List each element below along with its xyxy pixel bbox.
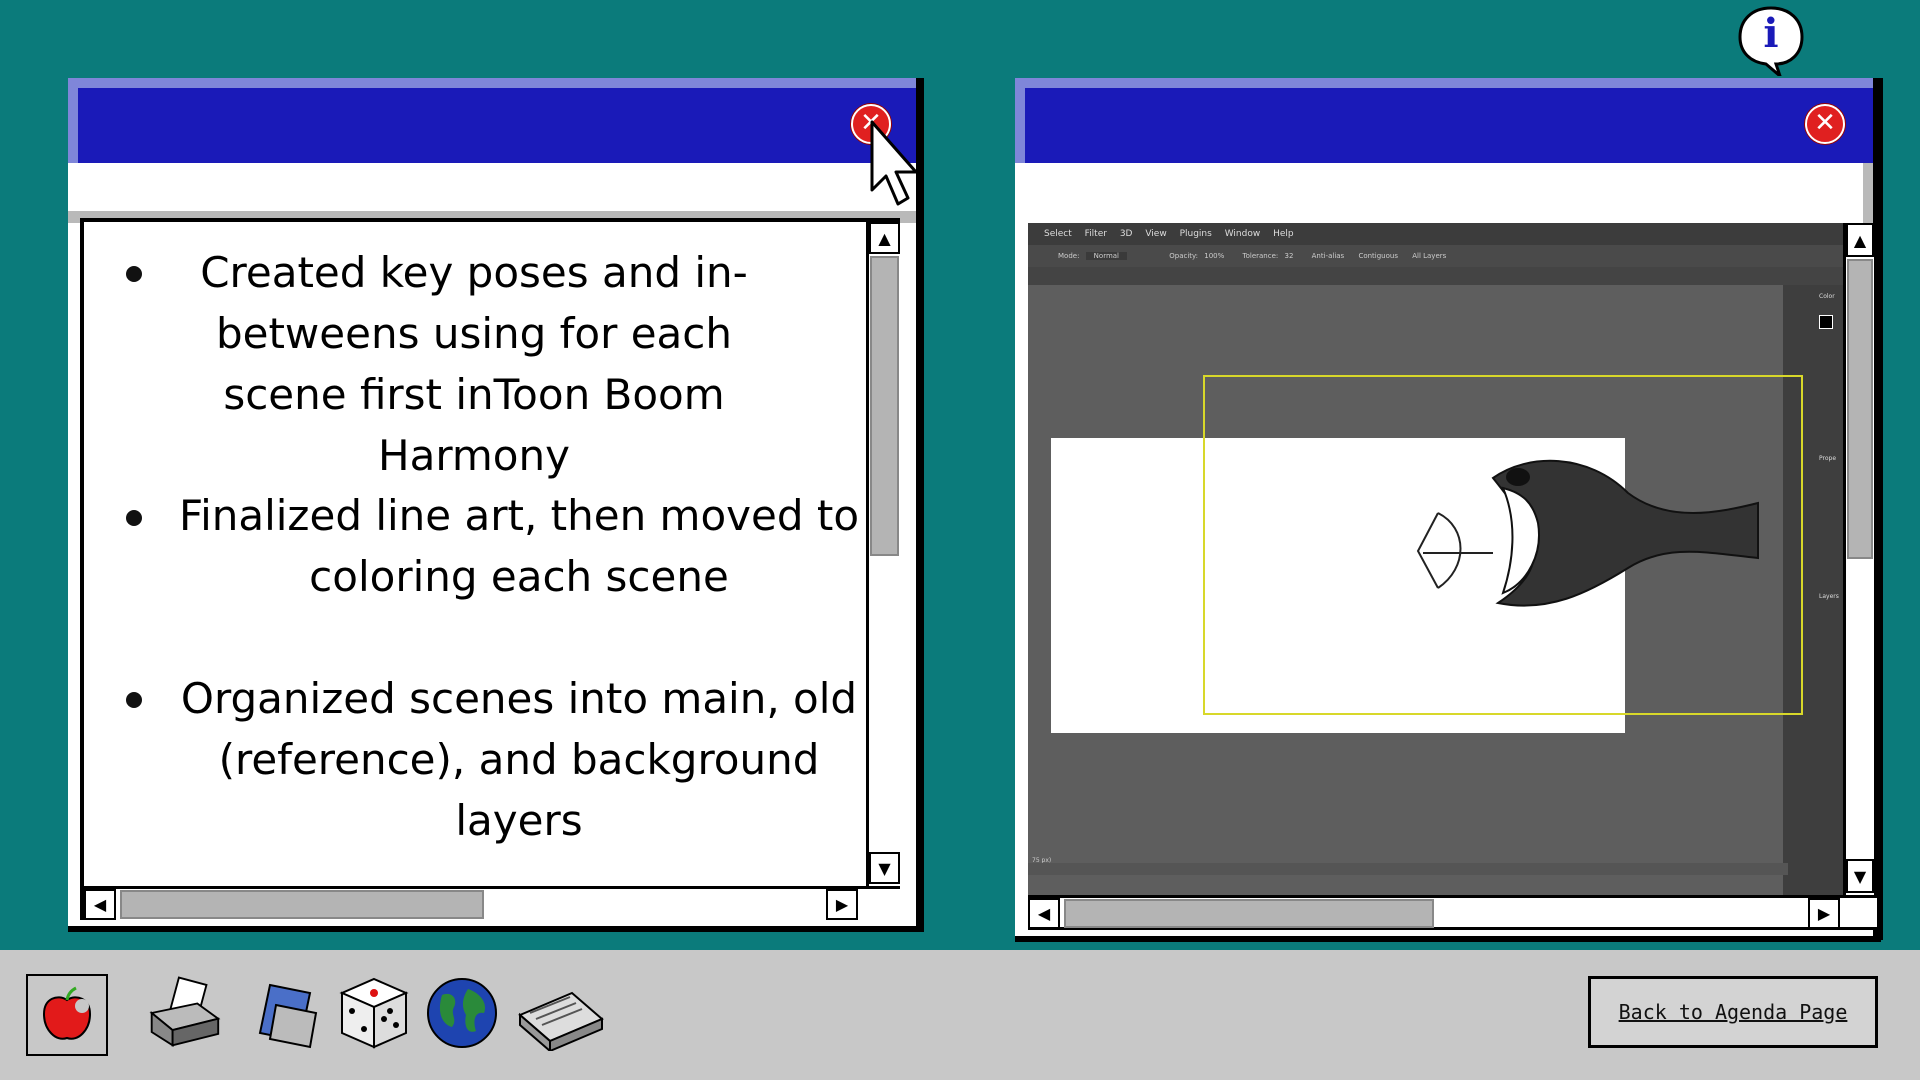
bullet-text-3: Organized scenes into main, old (referen…	[180, 674, 858, 845]
right-title-bar[interactable]	[1015, 78, 1873, 163]
option-check[interactable]: All Layers	[1412, 252, 1446, 260]
right-horizontal-scrollbar[interactable]: ◀ ▶	[1028, 895, 1877, 930]
bullet-text-2: Finalized line art, then moved to colori…	[178, 491, 860, 601]
canvas-scrollbar[interactable]	[1028, 863, 1788, 875]
creature-drawing	[1416, 459, 1759, 607]
left-content-pane: Created key poses and in-betweens using …	[80, 218, 900, 920]
option-label: Tolerance:	[1242, 252, 1279, 260]
window-shadow	[1015, 936, 1881, 942]
option-check[interactable]: Contiguous	[1358, 252, 1398, 260]
option-value[interactable]: Normal	[1085, 252, 1127, 260]
scanner-icon[interactable]	[516, 975, 606, 1051]
menu-item[interactable]: Select	[1044, 229, 1072, 239]
info-icon[interactable]: i	[1736, 4, 1806, 81]
left-window: ✕ Created key poses and in-betweens usin…	[68, 78, 924, 932]
apple-icon[interactable]	[26, 974, 108, 1056]
menu-item[interactable]: Filter	[1085, 229, 1107, 239]
right-horizontal-thumb[interactable]	[1064, 899, 1434, 928]
menu-item[interactable]: Plugins	[1180, 229, 1212, 239]
scroll-right-button[interactable]: ▶	[1808, 898, 1840, 929]
dice-icon[interactable]	[336, 975, 412, 1051]
globe-icon[interactable]	[424, 975, 500, 1051]
mouse-cursor-icon	[870, 120, 918, 206]
app-menu-bar: Select Filter 3D View Plugins Window Hel…	[1028, 223, 1843, 245]
right-vertical-scrollbar[interactable]: ▲ ▼	[1843, 223, 1877, 895]
color-swatch[interactable]	[1819, 315, 1833, 329]
left-vertical-thumb[interactable]	[870, 256, 899, 556]
left-title-bar[interactable]	[68, 78, 916, 163]
bullet-dot	[126, 266, 142, 282]
notepad-icon[interactable]	[250, 975, 326, 1051]
left-horizontal-thumb[interactable]	[120, 890, 484, 919]
panel-label: Prope	[1819, 455, 1837, 462]
right-window: ✕ Select Filter 3D View Plugins Window H…	[1015, 78, 1883, 942]
left-horizontal-scrollbar[interactable]: ◀ ▶	[84, 886, 900, 920]
scroll-down-button[interactable]: ▼	[869, 852, 900, 884]
options-bar: Mode: Normal Opacity: 100% Tolerance: 32…	[1028, 245, 1843, 267]
panel-label: Layers	[1819, 593, 1839, 600]
back-to-agenda-button[interactable]: Back to Agenda Page	[1588, 976, 1878, 1048]
right-close-button[interactable]: ✕	[1805, 104, 1845, 144]
bullet-text-1: Created key poses and in-betweens using …	[200, 248, 748, 480]
info-icon-glyph: i	[1763, 10, 1779, 57]
option-label: Mode:	[1058, 252, 1080, 260]
option-label: Opacity:	[1169, 252, 1199, 260]
scroll-up-button[interactable]: ▲	[1846, 223, 1874, 257]
left-menu-band	[68, 163, 916, 211]
scroll-left-button[interactable]: ◀	[1028, 898, 1060, 929]
printer-icon[interactable]	[146, 975, 222, 1051]
option-value[interactable]: 32	[1284, 252, 1293, 260]
scroll-right-button[interactable]: ▶	[826, 889, 858, 920]
option-value[interactable]: 100%	[1204, 252, 1224, 260]
menu-item[interactable]: Help	[1273, 229, 1294, 239]
tab-strip	[1028, 267, 1843, 285]
right-menu-band	[1015, 163, 1873, 211]
option-check[interactable]: Anti-alias	[1312, 252, 1345, 260]
panel-label: Color	[1819, 293, 1835, 300]
menu-item[interactable]: View	[1145, 229, 1166, 239]
menu-item[interactable]: 3D	[1120, 229, 1133, 239]
photoshop-screenshot: Select Filter 3D View Plugins Window Hel…	[1028, 223, 1843, 895]
window-shadow	[68, 926, 924, 932]
scroll-left-button[interactable]: ◀	[84, 889, 116, 920]
scroll-up-button[interactable]: ▲	[869, 222, 900, 254]
right-vertical-thumb[interactable]	[1847, 259, 1873, 559]
bullet-dot	[126, 692, 142, 708]
left-vertical-scrollbar[interactable]: ▲ ▼	[866, 222, 900, 886]
scroll-down-button[interactable]: ▼	[1846, 859, 1874, 893]
menu-item[interactable]: Window	[1225, 229, 1261, 239]
bullet-dot	[126, 510, 142, 526]
